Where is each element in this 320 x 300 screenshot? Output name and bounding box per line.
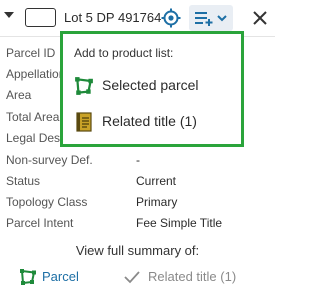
selected-parcel-label: Selected parcel [102,77,199,93]
add-selected-parcel-item[interactable]: Selected parcel [71,73,239,99]
close-icon[interactable] [250,8,270,28]
title-document-icon [76,112,92,132]
add-to-list-icon [195,12,213,26]
property-row: Status Current [6,171,276,192]
property-value: Primary [136,195,178,209]
parcel-icon [20,269,36,285]
related-title-label: Related title (1) [102,113,197,129]
checkmark-icon [124,271,140,284]
summary-heading: View full summary of: [75,243,200,258]
popup-title: Add to product list: [74,46,174,60]
property-value: Current [136,174,177,188]
chevron-down-icon [217,15,227,22]
property-row: Topology Class Primary [6,192,276,213]
property-label: Parcel ID [6,46,56,60]
parcel-title: Lot 5 DP 491764 [64,10,162,25]
zoom-to-target-icon[interactable] [161,8,181,28]
related-title-link-label: Related title (1) [148,269,237,284]
color-swatch[interactable] [25,8,56,27]
add-to-product-list-popup: Add to product list: Selected parcel Rel… [60,31,244,147]
property-label: Topology Class [6,195,88,209]
property-row: Parcel Intent Fee Simple Title [6,213,276,234]
property-label: Non-survey Def. [6,153,93,167]
property-label: Total Area [6,110,60,124]
property-label: Parcel Intent [6,216,74,230]
property-value: - [136,153,140,167]
parcel-link-label: Parcel [42,269,79,284]
property-label: Area [6,88,32,102]
property-row: Non-survey Def. - [6,150,276,171]
add-related-title-item[interactable]: Related title (1) [71,109,239,135]
property-label: Appellation [6,67,66,81]
add-to-list-button[interactable] [189,5,233,31]
parcel-icon [75,77,93,95]
property-label: Status [6,174,41,188]
collapse-caret-icon[interactable] [4,12,14,18]
property-value: Fee Simple Title [136,216,223,230]
property-label: Legal Desc [6,131,67,145]
